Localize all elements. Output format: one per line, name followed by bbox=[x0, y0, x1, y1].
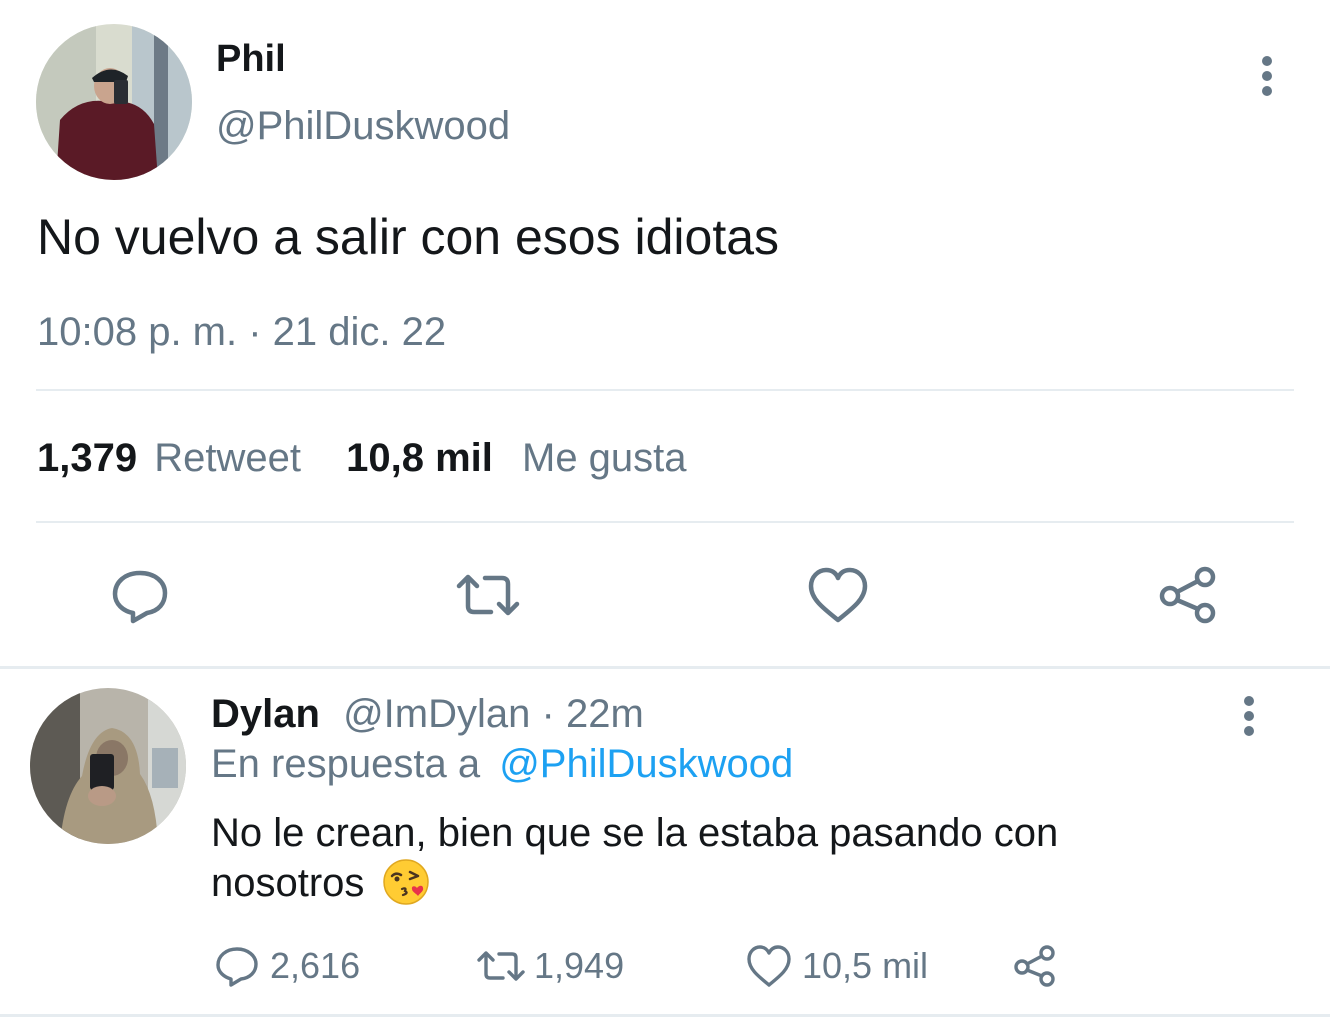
reply-icon bbox=[216, 947, 258, 987]
replying-to-link[interactable]: @PhilDuskwood bbox=[499, 742, 793, 786]
like-count[interactable]: 10,8 mil bbox=[346, 436, 493, 480]
share-icon[interactable] bbox=[1153, 560, 1223, 630]
like-label[interactable]: Me gusta bbox=[522, 436, 687, 480]
replying-to-label: En respuesta a bbox=[211, 742, 481, 786]
author-name[interactable]: Phil bbox=[216, 38, 286, 81]
reply-count: 2,616 bbox=[270, 945, 361, 986]
reply-author-avatar[interactable] bbox=[30, 688, 186, 844]
tweet-timestamp[interactable]: 10:08 p. m. · 21 dic. 22 bbox=[37, 310, 446, 355]
author-handle[interactable]: @PhilDuskwood bbox=[216, 104, 510, 149]
heart-icon[interactable] bbox=[803, 560, 873, 630]
more-options-icon[interactable] bbox=[1250, 54, 1284, 98]
share-action[interactable] bbox=[1010, 940, 1068, 992]
retweet-count: 1,949 bbox=[534, 945, 625, 986]
reply-action[interactable]: 2,616 bbox=[212, 940, 360, 992]
divider bbox=[0, 666, 1330, 669]
tweet-text: No vuelvo a salir con esos idiotas bbox=[37, 209, 780, 265]
retweet-count[interactable]: 1,379 bbox=[37, 436, 137, 480]
more-options-icon[interactable] bbox=[1232, 694, 1266, 738]
separator-dot: · bbox=[541, 692, 555, 736]
replying-to: En respuesta a @PhilDuskwood bbox=[211, 742, 793, 787]
like-count: 10,5 mil bbox=[802, 945, 929, 986]
retweet-icon[interactable] bbox=[453, 560, 523, 630]
reply-author-handle[interactable]: @ImDylan bbox=[343, 692, 530, 736]
tweet-stats: 1,379 Retweet 10,8 mil Me gusta bbox=[37, 436, 687, 481]
retweet-icon bbox=[477, 951, 525, 981]
retweet-action[interactable]: 1,949 bbox=[476, 940, 624, 992]
reply-text: No le crean, bien que se la estaba pasan… bbox=[211, 811, 1059, 905]
heart-icon bbox=[747, 945, 791, 987]
retweet-label[interactable]: Retweet bbox=[154, 436, 301, 480]
reply-icon[interactable] bbox=[105, 560, 175, 630]
reply-author-name[interactable]: Dylan bbox=[211, 692, 320, 736]
divider bbox=[36, 389, 1294, 391]
reply-text-block: No le crean, bien que se la estaba pasan… bbox=[211, 808, 1211, 908]
like-action[interactable]: 10,5 mil bbox=[744, 940, 928, 992]
kissing-face-winking-emoji bbox=[382, 858, 430, 906]
reply-header: Dylan @ImDylan · 22m bbox=[211, 692, 644, 737]
reply-timestamp[interactable]: 22m bbox=[566, 692, 644, 736]
share-icon bbox=[1014, 945, 1055, 987]
divider bbox=[36, 521, 1294, 523]
author-avatar[interactable] bbox=[36, 24, 192, 180]
